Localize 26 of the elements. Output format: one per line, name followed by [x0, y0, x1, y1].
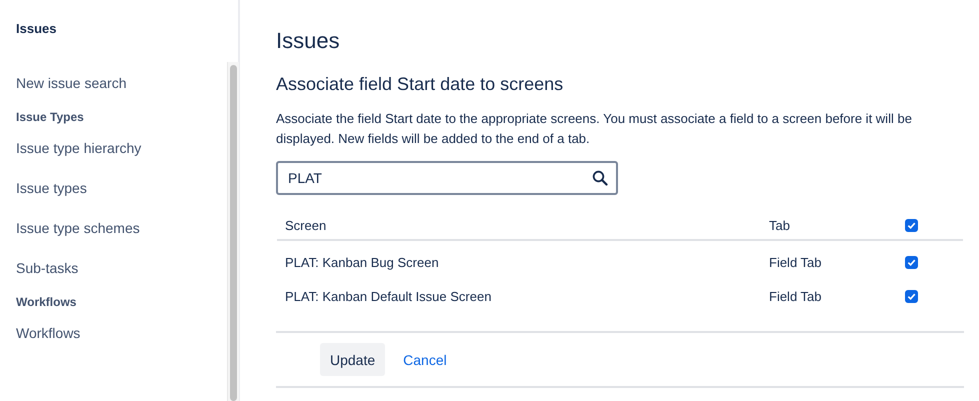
sidebar-item[interactable]: Workflows [16, 323, 80, 363]
table-cell: PLAT: Kanban Bug Screen [277, 240, 761, 279]
table-cell-text: PLAT: Kanban Default Issue Screen [284, 288, 492, 306]
sidebar-item[interactable]: New issue search [16, 73, 126, 113]
sidebar-item[interactable]: Issue type schemes [16, 218, 140, 258]
scrollbar[interactable] [227, 62, 239, 401]
sidebar-item[interactable]: Sub-tasks [16, 258, 78, 298]
sidebar-title: Issues [16, 21, 56, 36]
column-header: Screen [277, 211, 761, 240]
description: Associate the field Start date to the appropriate screens. You must associate a field to a screen before it will be displayed. New fields will be added to the end of a tab. [276, 110, 913, 148]
sidebar-heading: Workflows [16, 295, 76, 311]
search-field[interactable]: PLAT [276, 161, 618, 195]
search-icon[interactable] [592, 170, 608, 186]
page-title: Issues [276, 28, 341, 54]
column-header: Tab [761, 211, 897, 240]
table-cell-text: Field Tab [768, 288, 823, 306]
sidebar-heading: Issue Types [16, 110, 84, 126]
section-heading: Associate field Start date to screens [276, 73, 564, 95]
checkbox[interactable] [905, 256, 918, 268]
cancel-link[interactable]: Cancel [393, 343, 457, 376]
sidebar-item[interactable]: Issue type hierarchy [16, 138, 142, 178]
table-cell: Field Tab [761, 240, 897, 279]
update-button[interactable]: Update [320, 343, 386, 376]
checkbox[interactable] [905, 290, 918, 302]
sidebar-item[interactable]: Issue types [16, 178, 87, 218]
checkbox[interactable] [905, 218, 918, 232]
